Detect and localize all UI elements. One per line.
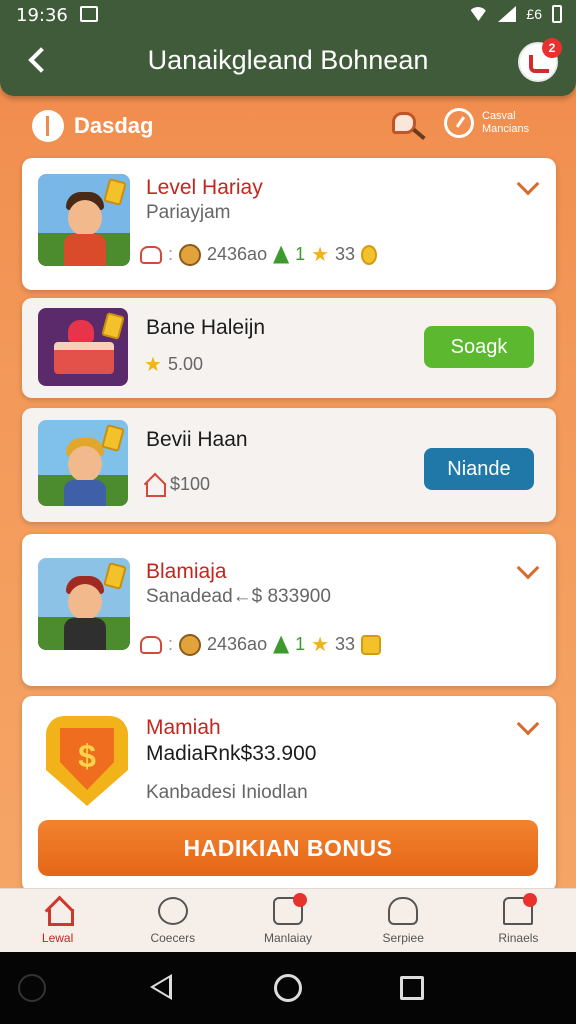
nav-label: Coecers [150,931,196,945]
card-title: Blamiaja [146,560,227,583]
home-small-icon [144,475,166,497]
clock-icon [444,108,474,138]
section-label[interactable]: Dasdag [32,110,153,142]
network-label: £6 [526,6,542,22]
avatar[interactable]: 2 [518,38,562,82]
dollar-shield-icon: $ [46,716,128,806]
price-row: ★ 5.00 [144,352,203,377]
nav-item-profile[interactable]: Rinaels [461,889,576,952]
logo-mark-icon [529,55,549,73]
subheader: Dasdag Casval Mancians [0,102,576,150]
section-label-text: Dasdag [74,113,154,138]
battery-icon [552,5,562,23]
game-box-icon [273,893,307,925]
page-title: Uanaikgleand Bohnean [147,45,429,75]
nav-label: Lewal [41,931,74,945]
recent-apps-icon[interactable] [400,976,424,1000]
nav-badge [523,893,538,907]
pin-icon[interactable] [390,108,426,144]
timer-link[interactable]: Casval Mancians [444,108,529,138]
system-home-icon[interactable] [274,974,302,1002]
price-row: $100 [144,474,211,497]
chevron-down-icon[interactable] [516,172,540,196]
status-bar: 19:36 £6 [0,0,576,30]
nav-item-home[interactable]: Lewal [0,889,115,952]
leaf-stat-icon [273,635,290,654]
chat-bubble-icon [157,897,188,925]
stat-a: 1 [295,634,306,654]
price: $100 [170,474,211,494]
chef-hat-icon [140,635,162,654]
nav-label: Serpiee [382,931,424,945]
system-nav-bar [0,952,576,1024]
card-title: Mamiah [146,716,221,739]
chevron-down-icon[interactable] [516,712,540,736]
bonus-card[interactable]: Blamiaja Sanadead←$ 833900 : 2436ao 1 ★ … [22,534,556,686]
leaf-icon [32,110,64,142]
action-button[interactable]: Soagk [424,326,534,368]
power-icon[interactable] [18,974,46,1002]
chef-hat-icon [140,245,162,264]
stat-b: 33 [335,244,356,264]
card-title: Bane Haleijn [146,316,266,339]
avatar-face-icon [179,633,202,656]
offer-card[interactable]: Bevii Haan $100 Niande [22,408,556,522]
nav-badge [293,893,307,907]
action-button[interactable]: Niande [424,448,534,490]
shell-icon [388,897,419,925]
avatar-face-icon [179,243,202,266]
reward-card[interactable]: $ Mamiah MadiaRnk$33.900 Kanbadesi Iniod… [22,696,556,892]
wifi-icon [468,7,489,21]
chevron-down-icon[interactable] [516,556,540,580]
nav-item-games[interactable]: Manlaiay [230,889,345,952]
card-note: Kanbadesi Iniodlan [146,782,308,803]
character-thumbnail [38,420,128,506]
timer-line-1: Casval [482,110,516,122]
stat-b: 33 [335,634,356,654]
stat-a: 1 [295,244,306,264]
bottom-nav: Lewal Coecers Manlaiay Serpiee Rinaels [0,888,576,952]
signal-icon [498,6,517,22]
status-time: 19:36 [16,5,68,26]
card-subtitle: MadiaRnk$33.900 [146,742,317,765]
image-notification-icon [80,6,98,22]
star-icon: ★ [311,634,330,656]
level-card[interactable]: Level Hariay Pariayjam : 2436ao 1 ★ 33 [22,158,556,290]
nav-item-chat[interactable]: Coecers [115,889,230,952]
offer-card[interactable]: Bane Haleijn ★ 5.00 Soagk [22,298,556,398]
stat-row: : 2436ao 1 ★ 33 [140,632,382,657]
character-thumbnail [38,558,130,650]
bonus-button[interactable]: HADIKIAN BONUS [38,820,538,876]
home-icon [43,897,74,926]
notification-badge: 2 [542,38,562,58]
stat-value: 2436ao [207,634,268,654]
card-subtitle: Pariayjam [146,202,231,223]
nav-label: Rinaels [498,931,539,945]
price: 5.00 [167,354,203,374]
stat-row: : 2436ao 1 ★ 33 [140,242,378,267]
timer-line-2: Mancians [482,123,530,135]
star-icon: ★ [144,354,162,376]
card-title: Bevii Haan [146,428,248,451]
card-subtitle: Sanadead←$ 833900 [146,586,331,607]
stat-value: 2436ao [207,244,268,264]
coin-icon [361,244,378,265]
star-icon: ★ [311,244,330,266]
profile-icon [503,893,538,925]
app-header: 19:36 £6 Uanaikgleand Bohnean 2 [0,0,576,96]
level-thumbnail [38,174,130,266]
leaf-stat-icon [273,245,290,264]
cake-thumbnail [38,308,128,386]
card-title: Level Hariay [146,176,263,199]
system-back-icon[interactable] [150,974,172,1000]
nav-label: Manlaiay [263,931,313,945]
nav-item-service[interactable]: Serpiee [346,889,461,952]
coin-icon [361,634,382,655]
